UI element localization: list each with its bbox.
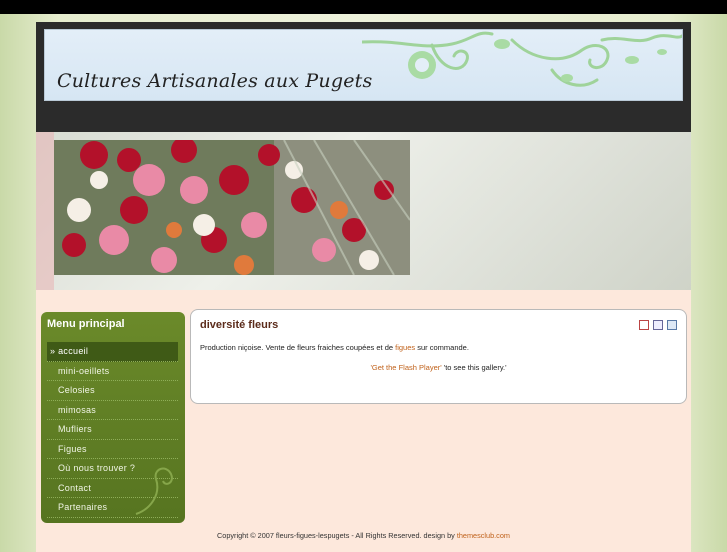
menu-title: Menu principal [47, 318, 125, 330]
footer-design-link[interactable]: themesclub.com [457, 531, 510, 540]
menu-item-figues[interactable]: Figues [47, 440, 178, 459]
banner [36, 132, 691, 290]
title-box: Cultures Artisanales aux Pugets [44, 29, 683, 101]
menu-item-celosies[interactable]: Celosies [47, 381, 178, 401]
article-text-after: sur commande. [415, 343, 469, 352]
gallery-text: 'to see this gallery.' [441, 363, 507, 372]
footer-text: Copyright © 2007 fleurs-figues-lespugets… [217, 531, 457, 540]
print-icon[interactable] [653, 320, 663, 330]
floral-swirl-decoration [362, 31, 682, 87]
gallery-notice: 'Get the Flash Player' 'to see this gall… [191, 363, 686, 372]
email-icon[interactable] [667, 320, 677, 330]
article-tools [639, 320, 677, 330]
content-panel: diversité fleurs Production niçoise. Ven… [190, 309, 687, 404]
header: Cultures Artisanales aux Pugets [36, 22, 691, 132]
footer: Copyright © 2007 fleurs-figues-lespugets… [36, 531, 691, 540]
banner-edge [36, 132, 54, 290]
menu-item-mini-oeillets[interactable]: mini-oeillets [47, 362, 178, 381]
article-title: diversité fleurs [200, 319, 279, 331]
main-menu: Menu principal » accueil mini-oeillets C… [41, 312, 185, 523]
site-title[interactable]: Cultures Artisanales aux Pugets [57, 70, 372, 92]
menu-item-mufliers[interactable]: Mufliers [47, 420, 178, 440]
article-text: Production niçoise. Vente de fleurs frai… [200, 343, 469, 352]
figues-link[interactable]: figues [395, 343, 415, 352]
pdf-icon[interactable] [639, 320, 649, 330]
menu-item-mimosas[interactable]: mimosas [47, 401, 178, 420]
article-text-before: Production niçoise. Vente de fleurs frai… [200, 343, 396, 352]
flash-player-link[interactable]: 'Get the Flash Player' [370, 363, 441, 372]
carnations-photo [54, 140, 410, 275]
page-wrapper: Cultures Artisanales aux Pugets Menu pri… [36, 22, 691, 552]
menu-swirl-decoration [135, 467, 173, 515]
menu-item-accueil[interactable]: » accueil [47, 342, 178, 362]
top-bar [0, 0, 727, 14]
